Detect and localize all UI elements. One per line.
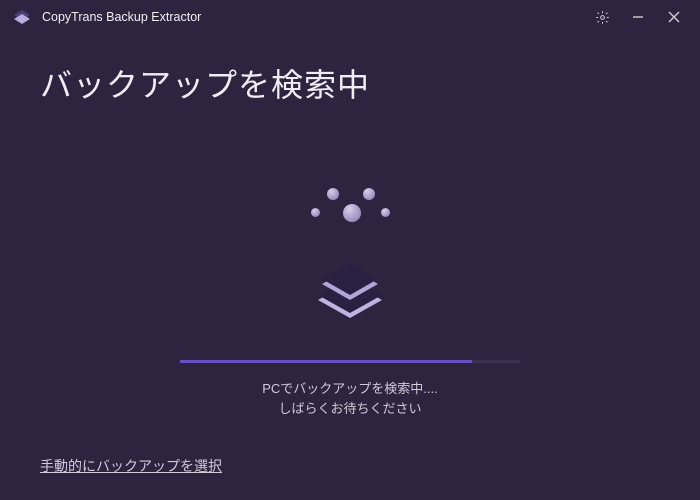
manual-select-link[interactable]: 手動的にバックアップを選択 xyxy=(40,456,222,476)
app-title: CopyTrans Backup Extractor xyxy=(42,10,201,24)
content-area: バックアップを検索中 PCでバック xyxy=(0,34,700,500)
gear-icon xyxy=(595,10,610,25)
settings-button[interactable] xyxy=(584,3,620,31)
minimize-button[interactable] xyxy=(620,3,656,31)
status-text: PCでバックアップを検索中.... しばらくお待ちください xyxy=(262,379,438,419)
progress-bar xyxy=(180,360,520,363)
status-line-2: しばらくお待ちください xyxy=(262,399,438,419)
app-stack-icon xyxy=(300,246,400,326)
page-title: バックアップを検索中 xyxy=(40,60,660,106)
app-logo-icon xyxy=(12,10,32,24)
minimize-icon xyxy=(632,11,644,23)
close-icon xyxy=(668,11,680,23)
status-line-1: PCでバックアップを検索中.... xyxy=(262,379,438,399)
titlebar: CopyTrans Backup Extractor xyxy=(0,0,700,34)
loading-stage: PCでバックアップを検索中.... しばらくお待ちください xyxy=(0,184,700,419)
progress-fill xyxy=(180,360,472,363)
loading-orbs-icon xyxy=(305,184,395,228)
close-button[interactable] xyxy=(656,3,692,31)
